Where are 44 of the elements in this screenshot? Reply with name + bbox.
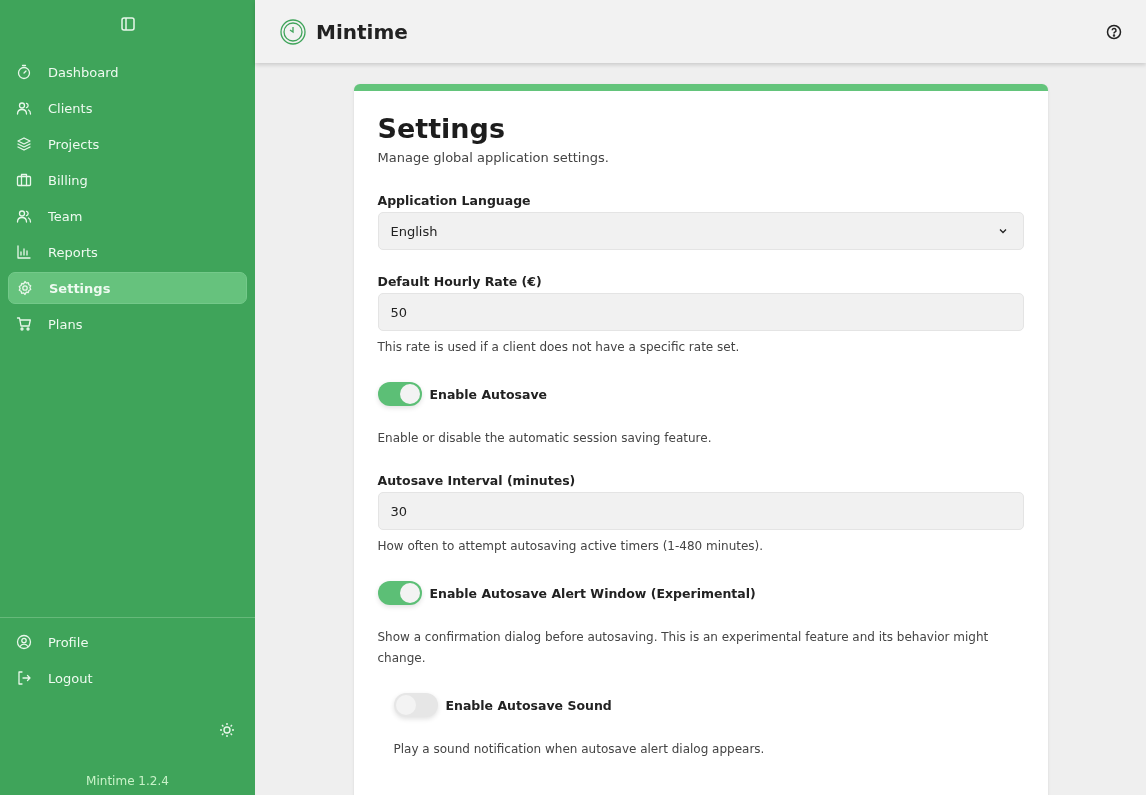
toggle-label: Enable Autosave Alert Window (Experimental) <box>429 585 756 601</box>
field-label: Application Language <box>377 193 532 208</box>
user-circle-icon <box>16 634 32 650</box>
language-select[interactable]: English <box>377 212 1024 250</box>
toggle-switch[interactable] <box>377 382 422 406</box>
help-text: Show a confirmation dialog before autosaving. This is an experimental feature and its behavior might change. <box>377 629 990 667</box>
page-title: Settings <box>377 113 506 144</box>
clock-logo-icon <box>280 18 306 45</box>
people-icon <box>16 100 32 116</box>
field-label: Default Hourly Rate (€) <box>377 274 543 289</box>
sun-icon[interactable] <box>219 722 235 738</box>
toggle-label: Enable Autosave <box>429 386 548 402</box>
nav-item[interactable]: Reports <box>8 236 247 268</box>
people-icon <box>16 208 32 224</box>
stopwatch-icon <box>16 64 32 80</box>
briefcase-icon <box>16 172 32 188</box>
nav-item[interactable]: Dashboard <box>8 56 247 88</box>
nav-item[interactable]: Billing <box>8 164 247 196</box>
input-field[interactable]: 30 <box>377 492 1024 530</box>
help-text: How often to attempt autosaving active timers (1-480 minutes). <box>377 538 765 555</box>
settings-icon <box>17 280 33 296</box>
page-subtitle: Manage global application settings. <box>377 150 610 165</box>
help-icon[interactable] <box>1106 23 1122 40</box>
bar-chart-icon <box>16 244 32 260</box>
logout-icon <box>16 670 32 686</box>
nav-item[interactable]: Profile <box>8 626 247 658</box>
help-text: Play a sound notification when autosave alert dialog appears. <box>393 741 766 758</box>
toggle-label: Enable Autosave Sound <box>445 697 612 713</box>
nav-item[interactable]: Team <box>8 200 247 232</box>
nav-item[interactable]: Plans <box>8 308 247 340</box>
cart-icon <box>16 316 32 332</box>
nav-item[interactable]: Projects <box>8 128 247 160</box>
toggle-switch[interactable] <box>377 581 422 605</box>
nav-item[interactable]: Logout <box>8 662 247 694</box>
help-text: This rate is used if a client does not have a specific rate set. <box>377 339 741 356</box>
layers-icon <box>16 136 32 152</box>
field-label: Autosave Interval (minutes) <box>377 473 577 488</box>
input-field[interactable]: 50 <box>377 293 1024 331</box>
nav-item[interactable]: Clients <box>8 92 247 124</box>
toggle-switch[interactable] <box>393 693 438 717</box>
nav-item[interactable]: Settings <box>8 272 247 304</box>
app-title: Mintime <box>316 19 408 44</box>
version-label: Mintime 1.2.4 <box>85 773 170 790</box>
help-text: Enable or disable the automatic session saving feature. <box>377 430 713 447</box>
